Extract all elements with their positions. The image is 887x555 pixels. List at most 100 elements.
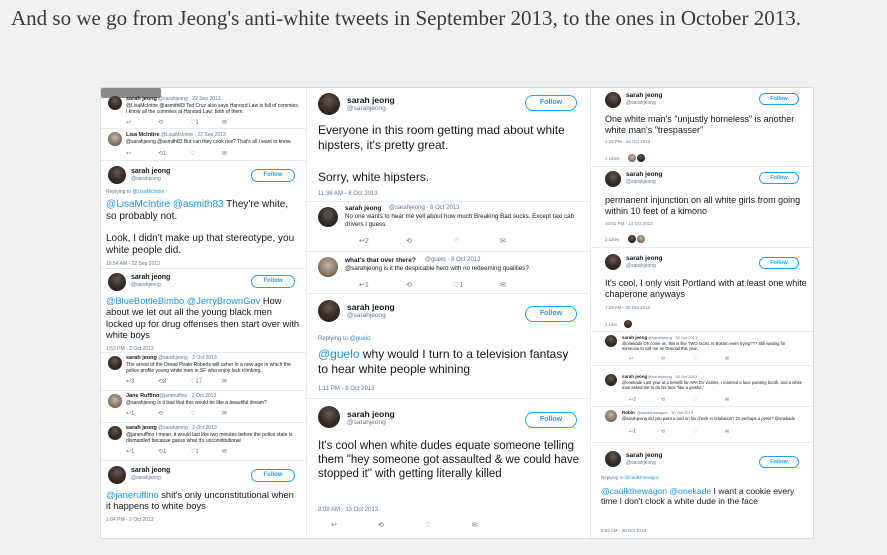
tweet-timestamp[interactable]: 1:19 PM - 14 Oct 2013 — [605, 139, 650, 144]
avatar[interactable] — [108, 132, 122, 146]
tweet-author-name[interactable]: sarah jeong — [126, 96, 157, 102]
retweet-icon[interactable]: ⟲ — [158, 119, 190, 126]
follow-button[interactable]: Follow — [525, 306, 577, 322]
tweet-handle-date[interactable]: @janeruffino · 2 Oct 2013 — [159, 393, 216, 399]
mention-link[interactable]: @janeruffino — [106, 490, 159, 500]
message-icon[interactable]: ✉ — [222, 150, 227, 157]
reply-to-link[interactable]: @caulkthewagon — [625, 475, 660, 480]
like-icon[interactable]: ♡ — [693, 397, 725, 403]
reply-icon[interactable]: ↩3 — [126, 378, 158, 385]
tweet-handle[interactable]: @sarahjeong — [626, 460, 656, 466]
reply-icon[interactable]: ↩2 — [629, 397, 661, 403]
tweet-handle-date[interactable]: @sarahjeong · 30 Oct 2013 — [648, 374, 697, 379]
tweet-author-name[interactable]: sarah jeong — [347, 302, 395, 312]
tweet-author-name[interactable]: sarah jeong — [345, 205, 381, 212]
likes-count[interactable]: 2 Likes — [605, 156, 619, 161]
tweet-author-name[interactable]: sarah jeong — [622, 335, 647, 340]
message-icon[interactable]: ✉ — [725, 356, 729, 362]
reply-icon[interactable]: ↩ — [629, 356, 661, 362]
tweet-handle-date[interactable]: @sarahjeong · 2 Oct 2013 — [158, 425, 217, 431]
avatar[interactable] — [318, 93, 340, 115]
follow-button[interactable]: Follow — [525, 95, 577, 111]
avatar[interactable] — [108, 273, 126, 291]
like-icon[interactable]: ♡1 — [190, 119, 222, 126]
like-icon[interactable]: ♡ — [453, 237, 500, 245]
tweet-handle-date[interactable]: @sarahjeong · 2 Oct 2013 — [158, 355, 217, 361]
like-icon[interactable]: ♡1 — [453, 281, 500, 289]
reply-icon[interactable]: ↩1 — [359, 281, 406, 289]
reply-to-link[interactable]: @guelo — [350, 336, 371, 342]
tweet-handle[interactable]: @sarahjeong — [347, 312, 386, 319]
tweet-handle-date[interactable]: @LisaMcIntire · 22 Sep 2013 — [161, 132, 226, 138]
like-icon[interactable]: ♡ — [190, 150, 222, 157]
retweet-icon[interactable]: ⟲ — [661, 356, 693, 362]
tweet-author-name[interactable]: Lisa McIntire — [126, 132, 160, 138]
liker-avatar[interactable] — [637, 235, 645, 243]
tweet-author-name[interactable]: sarah jeong — [347, 95, 395, 105]
reply-icon[interactable]: ↩ — [126, 119, 158, 126]
liker-avatar[interactable] — [628, 235, 636, 243]
tweet-handle[interactable]: @sarahjeong — [347, 105, 386, 112]
message-icon[interactable]: ✉ — [222, 448, 227, 455]
liker-avatar[interactable] — [624, 320, 632, 328]
retweet-icon[interactable]: ⟲ — [158, 410, 190, 417]
tweet-author-name[interactable]: Robin — [622, 410, 635, 415]
reply-icon[interactable]: ↩2 — [359, 237, 406, 245]
follow-button[interactable]: Follow — [251, 469, 295, 482]
avatar[interactable] — [108, 166, 126, 184]
likes-count[interactable]: 2 Likes — [605, 237, 619, 242]
tweet-author-name[interactable]: sarah jeong — [347, 409, 395, 419]
follow-button[interactable]: Follow — [759, 257, 799, 269]
reply-icon[interactable]: ↩1 — [126, 410, 158, 417]
like-icon[interactable]: ♡ — [693, 429, 725, 435]
tweet-timestamp[interactable]: 1:04 PM - 2 Oct 2013 — [106, 517, 154, 523]
avatar[interactable] — [108, 356, 122, 370]
liker-avatar[interactable] — [637, 154, 645, 162]
tweet-timestamp[interactable]: 7:29 AM - 25 Oct 2013 — [605, 305, 650, 310]
retweet-icon[interactable]: ⟲ — [406, 237, 453, 245]
tweet-timestamp[interactable]: 8:08 AM - 13 Oct 2013 — [318, 507, 378, 513]
message-icon[interactable]: ✉ — [222, 119, 227, 126]
follow-button[interactable]: Follow — [759, 93, 799, 105]
avatar[interactable] — [318, 406, 340, 428]
avatar[interactable] — [108, 96, 122, 110]
tweet-author-name[interactable]: sarah jeong — [626, 171, 662, 178]
likes-count[interactable]: 1 Like — [605, 322, 617, 327]
like-icon[interactable]: ♡ — [425, 521, 472, 529]
tweet-handle[interactable]: @sarahjeong — [626, 179, 656, 185]
tweet-handle[interactable]: @sarahjeong — [131, 282, 161, 288]
tweet-handle-date[interactable]: @guelo · 8 Oct 2013 — [425, 257, 480, 263]
tweet-author-name[interactable]: sarah jeong — [131, 467, 170, 474]
tweet-timestamp[interactable]: 11:36 AM - 8 Oct 2013 — [318, 191, 378, 197]
tweet-handle[interactable]: @sarahjeong — [626, 100, 656, 106]
retweet-icon[interactable]: ⟲ — [661, 429, 693, 435]
mention-link[interactable]: @BlueBottleBimbo @JerryBrownGov — [106, 296, 260, 306]
tweet-author-name[interactable]: sarah jeong — [131, 168, 170, 175]
mention-link[interactable]: @LisaMcIntire @asmith83 — [106, 199, 224, 210]
follow-button[interactable]: Follow — [251, 169, 295, 182]
tweet-author-name[interactable]: sarah jeong — [622, 374, 647, 379]
follow-button[interactable]: Follow — [759, 456, 799, 468]
retweet-icon[interactable]: ⟲ — [378, 521, 425, 529]
retweet-icon[interactable]: ⟲8 — [158, 378, 190, 385]
tweet-handle-date[interactable]: @sarahjeong · 22 Sep 2013 — [158, 96, 221, 102]
message-icon[interactable]: ✉ — [472, 521, 478, 529]
reply-icon[interactable]: ↩ — [126, 150, 158, 157]
tweet-author-name[interactable]: sarah jeong — [626, 452, 662, 459]
reply-icon[interactable]: ↩1 — [126, 448, 158, 455]
like-icon[interactable]: ♡1 — [190, 448, 222, 455]
tweet-handle[interactable]: @sarahjeong — [347, 419, 386, 426]
like-icon[interactable]: ♡ — [693, 356, 725, 362]
retweet-icon[interactable]: ⟲ — [406, 281, 453, 289]
retweet-icon[interactable]: ⟲1 — [158, 150, 190, 157]
message-icon[interactable]: ✉ — [725, 429, 729, 435]
avatar[interactable] — [108, 426, 122, 440]
reply-icon[interactable]: ↩1 — [629, 429, 661, 435]
avatar[interactable] — [318, 207, 338, 227]
tweet-handle[interactable]: @sarahjeong — [626, 263, 656, 269]
avatar[interactable] — [108, 466, 126, 484]
tweet-handle-date[interactable]: @caulkthewagon · 30 Oct 2013 — [637, 410, 693, 415]
message-icon[interactable]: ✉ — [222, 378, 227, 385]
tweet-author-name[interactable]: sarah jeong — [626, 92, 662, 99]
reply-icon[interactable]: ↩ — [331, 521, 378, 529]
